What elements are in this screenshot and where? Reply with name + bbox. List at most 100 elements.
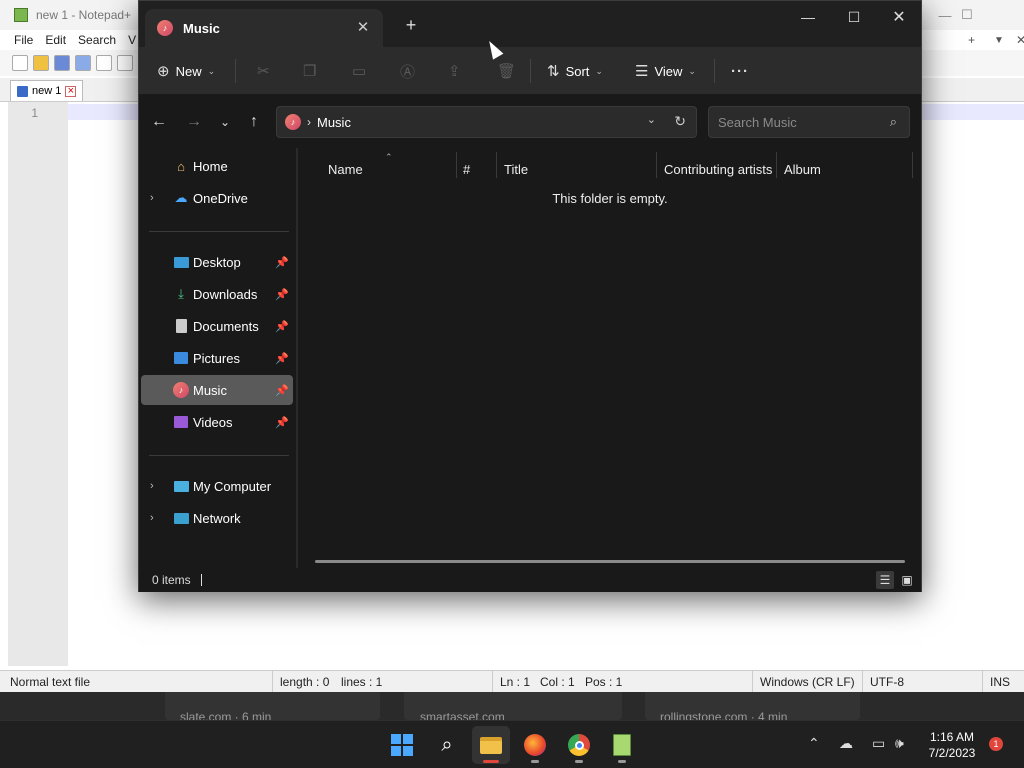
- breadcrumb-chevron-icon[interactable]: ›: [307, 115, 311, 129]
- column-header-name[interactable]: ⌃ Name: [328, 152, 393, 184]
- save-icon[interactable]: [54, 55, 70, 71]
- view-button[interactable]: ☰ View ⌄: [635, 57, 696, 85]
- pane-splitter[interactable]: [296, 148, 298, 568]
- share-icon: ⇪: [448, 63, 461, 80]
- pin-icon[interactable]: 📌: [275, 416, 289, 429]
- delete-button[interactable]: 🗑: [497, 57, 516, 85]
- close-file-icon[interactable]: [96, 55, 112, 71]
- nav-item-videos[interactable]: Videos 📌: [141, 407, 293, 437]
- column-divider[interactable]: [496, 152, 497, 178]
- cut-button[interactable]: ✂: [257, 57, 270, 85]
- maximize-icon[interactable]: ☐: [944, 0, 990, 30]
- item-count: 0 items: [152, 573, 191, 587]
- up-arrow-icon[interactable]: ↑: [242, 110, 266, 134]
- expand-chevron-icon[interactable]: ›: [150, 512, 154, 524]
- address-bar[interactable]: ♪ › Music ⌄ ↻: [276, 106, 697, 138]
- expand-chevron-icon[interactable]: ›: [150, 480, 154, 492]
- paste-button[interactable]: ▭: [352, 57, 366, 85]
- menu-view[interactable]: V: [128, 33, 136, 47]
- new-file-icon[interactable]: [12, 55, 28, 71]
- nav-item-documents[interactable]: Documents 📌: [141, 311, 293, 341]
- nav-label: OneDrive: [193, 190, 248, 206]
- menu-search[interactable]: Search: [78, 33, 116, 47]
- minimize-icon[interactable]: —: [785, 1, 831, 33]
- clock[interactable]: 1:16 AM 7/2/2023: [924, 729, 980, 761]
- pin-icon[interactable]: 📌: [275, 384, 289, 397]
- add-tab-icon[interactable]: +: [968, 33, 975, 47]
- search-input[interactable]: Search Music ⌕: [708, 106, 910, 138]
- notification-badge[interactable]: 1: [989, 737, 1003, 751]
- network-status-icon[interactable]: ▭: [872, 735, 885, 752]
- share-button[interactable]: ⇪: [448, 57, 461, 85]
- close-icon[interactable]: ✕: [1016, 33, 1024, 47]
- refresh-icon[interactable]: ↻: [674, 113, 686, 130]
- tab-new-1[interactable]: new 1 ×: [10, 80, 84, 101]
- back-arrow-icon[interactable]: ←: [147, 110, 171, 134]
- forward-arrow-icon[interactable]: →: [182, 110, 206, 134]
- nav-item-network[interactable]: › Network: [141, 503, 293, 533]
- taskbar-firefox[interactable]: [516, 726, 554, 764]
- close-window-icon[interactable]: ✕: [876, 1, 922, 33]
- horizontal-scrollbar[interactable]: [315, 560, 905, 563]
- expand-chevron-icon[interactable]: ›: [150, 192, 154, 204]
- recent-locations-icon[interactable]: ⌄: [213, 110, 237, 134]
- column-label: Title: [504, 161, 529, 177]
- column-divider[interactable]: [912, 152, 913, 178]
- close-tab-icon[interactable]: ×: [65, 85, 77, 97]
- column-header-title[interactable]: Title: [504, 154, 528, 184]
- tab-music[interactable]: ♪ Music ✕: [145, 9, 383, 47]
- address-dropdown-icon[interactable]: ⌄: [647, 113, 656, 126]
- column-header-album[interactable]: Album: [784, 154, 821, 184]
- new-button[interactable]: ⊕ New ⌄: [157, 57, 215, 85]
- taskbar-chrome[interactable]: [560, 726, 598, 764]
- taskbar-file-explorer[interactable]: [472, 726, 510, 764]
- open-folder-icon[interactable]: [33, 55, 49, 71]
- details-view-icon[interactable]: ☰: [876, 571, 894, 589]
- pin-icon[interactable]: 📌: [275, 320, 289, 333]
- nav-item-my-computer[interactable]: › My Computer: [141, 471, 293, 501]
- volume-icon[interactable]: 🕪: [895, 735, 904, 752]
- nav-item-desktop[interactable]: Desktop 📌: [141, 247, 293, 277]
- column-header-artists[interactable]: Contributing artists: [664, 154, 772, 184]
- column-header-number[interactable]: #: [463, 154, 470, 184]
- explorer-titlebar[interactable]: ♪ Music ✕ + — ☐ ✕: [139, 1, 921, 47]
- nav-item-pictures[interactable]: Pictures 📌: [141, 343, 293, 373]
- breadcrumb-music[interactable]: Music: [317, 115, 351, 130]
- search-button[interactable]: ⌕: [428, 726, 466, 764]
- new-tab-icon[interactable]: +: [399, 13, 423, 37]
- cut-icon: ✂: [257, 63, 270, 80]
- pin-icon[interactable]: 📌: [275, 288, 289, 301]
- large-icons-view-icon[interactable]: ▣: [898, 571, 916, 589]
- menu-file[interactable]: File: [14, 33, 33, 47]
- column-divider[interactable]: [456, 152, 457, 178]
- pin-icon[interactable]: 📌: [275, 352, 289, 365]
- menu-edit[interactable]: Edit: [45, 33, 66, 47]
- column-divider[interactable]: [656, 152, 657, 178]
- maximize-icon[interactable]: ☐: [831, 1, 877, 33]
- file-explorer-window: ♪ Music ✕ + — ☐ ✕ ⊕ New ⌄ ✂ ❐ ▭ Ⓐ ⇪ 🗑 ⇅ …: [138, 0, 922, 592]
- rename-button[interactable]: Ⓐ: [400, 57, 415, 85]
- status-encoding: UTF-8: [870, 675, 904, 689]
- clock-date: 7/2/2023: [928, 746, 976, 760]
- chevron-up-icon[interactable]: ⌃: [808, 735, 820, 752]
- sort-button[interactable]: ⇅ Sort ⌄: [547, 57, 603, 85]
- chevron-down-icon[interactable]: ▼: [994, 35, 1004, 46]
- save-all-icon[interactable]: [75, 55, 91, 71]
- file-list: ⌃ Name # Title Contributing artists Albu…: [299, 148, 921, 568]
- column-divider[interactable]: [776, 152, 777, 178]
- status-eol: Windows (CR LF): [760, 675, 855, 689]
- taskbar-notepad-plus[interactable]: [603, 726, 641, 764]
- copy-button[interactable]: ❐: [303, 57, 316, 85]
- pin-icon[interactable]: 📌: [275, 256, 289, 269]
- search-icon[interactable]: ⌕: [890, 114, 897, 130]
- more-options-button[interactable]: ···: [731, 57, 749, 85]
- onedrive-offline-icon[interactable]: ☁: [839, 735, 853, 752]
- start-button[interactable]: [383, 726, 421, 764]
- close-all-icon[interactable]: [117, 55, 133, 71]
- nav-item-downloads[interactable]: ⤓ Downloads 📌: [141, 279, 293, 309]
- folder-icon: [480, 736, 502, 754]
- nav-item-home[interactable]: ⌂ Home: [141, 151, 293, 181]
- nav-item-onedrive[interactable]: › ☁ OneDrive: [141, 183, 293, 213]
- nav-item-music[interactable]: ♪ Music 📌: [141, 375, 293, 405]
- close-tab-icon[interactable]: ✕: [353, 17, 373, 37]
